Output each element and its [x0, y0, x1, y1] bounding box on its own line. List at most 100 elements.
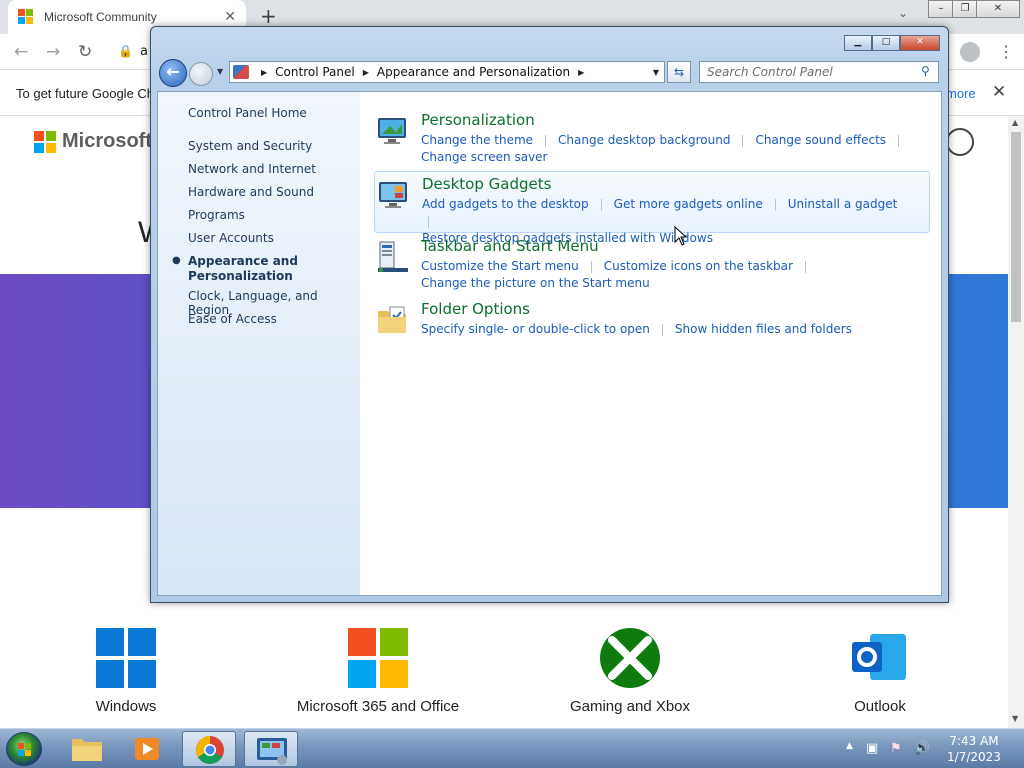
- maximize-button[interactable]: □: [872, 35, 900, 51]
- taskbar: ▲ ▣ ⚑ 🔊 7:43 AM 1/7/2023: [0, 728, 1024, 768]
- forward-button[interactable]: [189, 62, 213, 86]
- control-panel-content: Control Panel Home System and Security N…: [157, 91, 942, 596]
- outlook-logo-icon: [852, 634, 906, 680]
- category-personalization: Personalization Change the theme Change d…: [374, 108, 930, 170]
- task-change-start-picture[interactable]: Change the picture on the Start menu: [421, 275, 650, 292]
- task-links: Specify single- or double-click to open S…: [421, 321, 921, 338]
- nav-appearance-line2[interactable]: Personalization: [188, 269, 293, 283]
- control-panel-icon: [257, 738, 287, 765]
- address-bar[interactable]: ▶ Control Panel ▶ Appearance and Persona…: [229, 61, 665, 83]
- microsoft-logo[interactable]: Microsoft: [34, 130, 152, 153]
- nav-appearance-line1[interactable]: Appearance and: [188, 254, 298, 268]
- browser-close-button[interactable]: ✕: [976, 0, 1020, 18]
- task-change-desktop-background[interactable]: Change desktop background: [558, 132, 730, 149]
- taskbar-control-panel[interactable]: [244, 731, 298, 767]
- infobar-close-icon[interactable]: ✕: [992, 82, 1006, 102]
- product-microsoft-365[interactable]: Microsoft 365 and Office: [280, 626, 476, 715]
- task-single-double-click[interactable]: Specify single- or double-click to open: [421, 321, 650, 338]
- product-label: Windows: [95, 698, 157, 715]
- nav-programs[interactable]: Programs: [188, 208, 245, 222]
- task-change-screen-saver[interactable]: Change screen saver: [421, 149, 548, 166]
- product-label: Gaming and Xbox: [569, 698, 691, 715]
- chevron-right-icon[interactable]: ▶: [261, 68, 267, 77]
- category-taskbar-start-menu: Taskbar and Start Menu Customize the Sta…: [374, 234, 930, 296]
- infobar-message: To get future Google Ch: [16, 86, 155, 101]
- task-change-theme[interactable]: Change the theme: [421, 132, 533, 149]
- address-dropdown-icon[interactable]: ▼: [653, 68, 659, 77]
- nav-hardware-and-sound[interactable]: Hardware and Sound: [188, 185, 314, 199]
- task-links: Customize the Start menu Customize icons …: [421, 258, 921, 292]
- recent-pages-chevron-icon[interactable]: ▼: [217, 67, 223, 76]
- address-bar[interactable]: a: [140, 44, 148, 59]
- microsoft-logo-icon: [34, 130, 56, 153]
- tray-clock[interactable]: 7:43 AM 1/7/2023: [936, 733, 1012, 765]
- product-label: Microsoft 365 and Office: [296, 698, 460, 715]
- breadcrumb-control-panel[interactable]: Control Panel: [275, 65, 355, 79]
- nav-ease-of-access[interactable]: Ease of Access: [188, 312, 277, 326]
- taskbar-start-menu-icon: [378, 241, 408, 272]
- taskbar-explorer[interactable]: [60, 731, 114, 767]
- product-xbox[interactable]: Gaming and Xbox: [560, 626, 700, 715]
- taskbar-chrome[interactable]: [182, 731, 236, 767]
- browser-tab-title: Microsoft Community: [44, 10, 157, 24]
- task-get-more-gadgets[interactable]: Get more gadgets online: [614, 196, 763, 213]
- start-button[interactable]: [6, 732, 42, 766]
- category-title[interactable]: Desktop Gadgets: [422, 175, 551, 193]
- new-tab-button[interactable]: +: [260, 4, 277, 28]
- tray-show-hidden-icon[interactable]: ▲: [846, 741, 853, 751]
- category-title[interactable]: Taskbar and Start Menu: [421, 237, 599, 255]
- chevron-right-icon[interactable]: ▶: [363, 68, 369, 77]
- task-links: Change the theme Change desktop backgroun…: [421, 132, 921, 166]
- tab-close-icon[interactable]: ✕: [224, 9, 236, 25]
- mouse-cursor-icon: [674, 226, 688, 246]
- browser-restore-button[interactable]: ❐: [952, 0, 978, 18]
- nav-control-panel-home[interactable]: Control Panel Home: [188, 106, 307, 120]
- task-add-gadgets[interactable]: Add gadgets to the desktop: [422, 196, 589, 213]
- personalization-monitor-icon: [378, 118, 406, 144]
- close-button[interactable]: ✕: [900, 35, 940, 51]
- back-button[interactable]: ←: [159, 59, 187, 87]
- scrollbar-thumb[interactable]: [1011, 132, 1021, 322]
- scroll-up-icon[interactable]: ▲: [1012, 118, 1018, 127]
- clock-time: 7:43 AM: [949, 734, 999, 748]
- chevron-right-icon[interactable]: ▶: [578, 68, 584, 77]
- breadcrumb-appearance[interactable]: Appearance and Personalization: [377, 65, 570, 79]
- task-uninstall-gadget[interactable]: Uninstall a gadget: [788, 196, 898, 213]
- task-customize-start-menu[interactable]: Customize the Start menu: [421, 258, 579, 275]
- nav-user-accounts[interactable]: User Accounts: [188, 231, 274, 245]
- page-scrollbar[interactable]: ▲ ▼: [1008, 116, 1024, 728]
- category-desktop-gadgets: Desktop Gadgets Add gadgets to the deskt…: [374, 171, 930, 245]
- tab-search-chevron-icon[interactable]: ⌄: [898, 6, 908, 20]
- nav-system-and-security[interactable]: System and Security: [188, 139, 312, 153]
- tray-action-center-icon[interactable]: ⚑: [890, 741, 902, 756]
- browser-menu-icon[interactable]: ⋮: [998, 42, 1014, 61]
- profile-avatar-icon[interactable]: [960, 42, 980, 62]
- taskbar-media-player[interactable]: [120, 731, 174, 767]
- windows-flag-icon: [18, 743, 31, 756]
- nav-network-and-internet[interactable]: Network and Internet: [188, 162, 316, 176]
- task-change-sound-effects[interactable]: Change sound effects: [755, 132, 886, 149]
- browser-back-icon[interactable]: ←: [14, 42, 28, 62]
- tray-volume-icon[interactable]: 🔊: [914, 741, 930, 756]
- product-windows[interactable]: Windows: [60, 626, 192, 715]
- refresh-button[interactable]: ⇆: [667, 61, 691, 83]
- category-title[interactable]: Folder Options: [421, 300, 530, 318]
- lock-icon: 🔒: [118, 44, 133, 58]
- xbox-logo-icon: [600, 628, 660, 688]
- browser-reload-icon[interactable]: ↻: [78, 42, 92, 62]
- browser-minimize-button[interactable]: –: [928, 0, 954, 18]
- folder-options-icon: [378, 306, 406, 333]
- search-icon[interactable]: ⚲: [921, 64, 930, 78]
- category-title[interactable]: Personalization: [421, 111, 535, 129]
- search-input[interactable]: Search Control Panel: [699, 61, 939, 83]
- page-user-icon[interactable]: [946, 128, 974, 156]
- product-outlook[interactable]: Outlook: [830, 626, 930, 715]
- task-show-hidden-files[interactable]: Show hidden files and folders: [675, 321, 852, 338]
- scroll-down-icon[interactable]: ▼: [1012, 714, 1018, 723]
- minimize-button[interactable]: ▁: [844, 35, 872, 51]
- browser-forward-icon[interactable]: →: [46, 42, 60, 62]
- tray-network-icon[interactable]: ▣: [866, 741, 878, 756]
- category-folder-options: Folder Options Specify single- or double…: [374, 297, 930, 359]
- task-customize-taskbar-icons[interactable]: Customize icons on the taskbar: [604, 258, 793, 275]
- infobar-learn-more-link[interactable]: more: [946, 86, 976, 101]
